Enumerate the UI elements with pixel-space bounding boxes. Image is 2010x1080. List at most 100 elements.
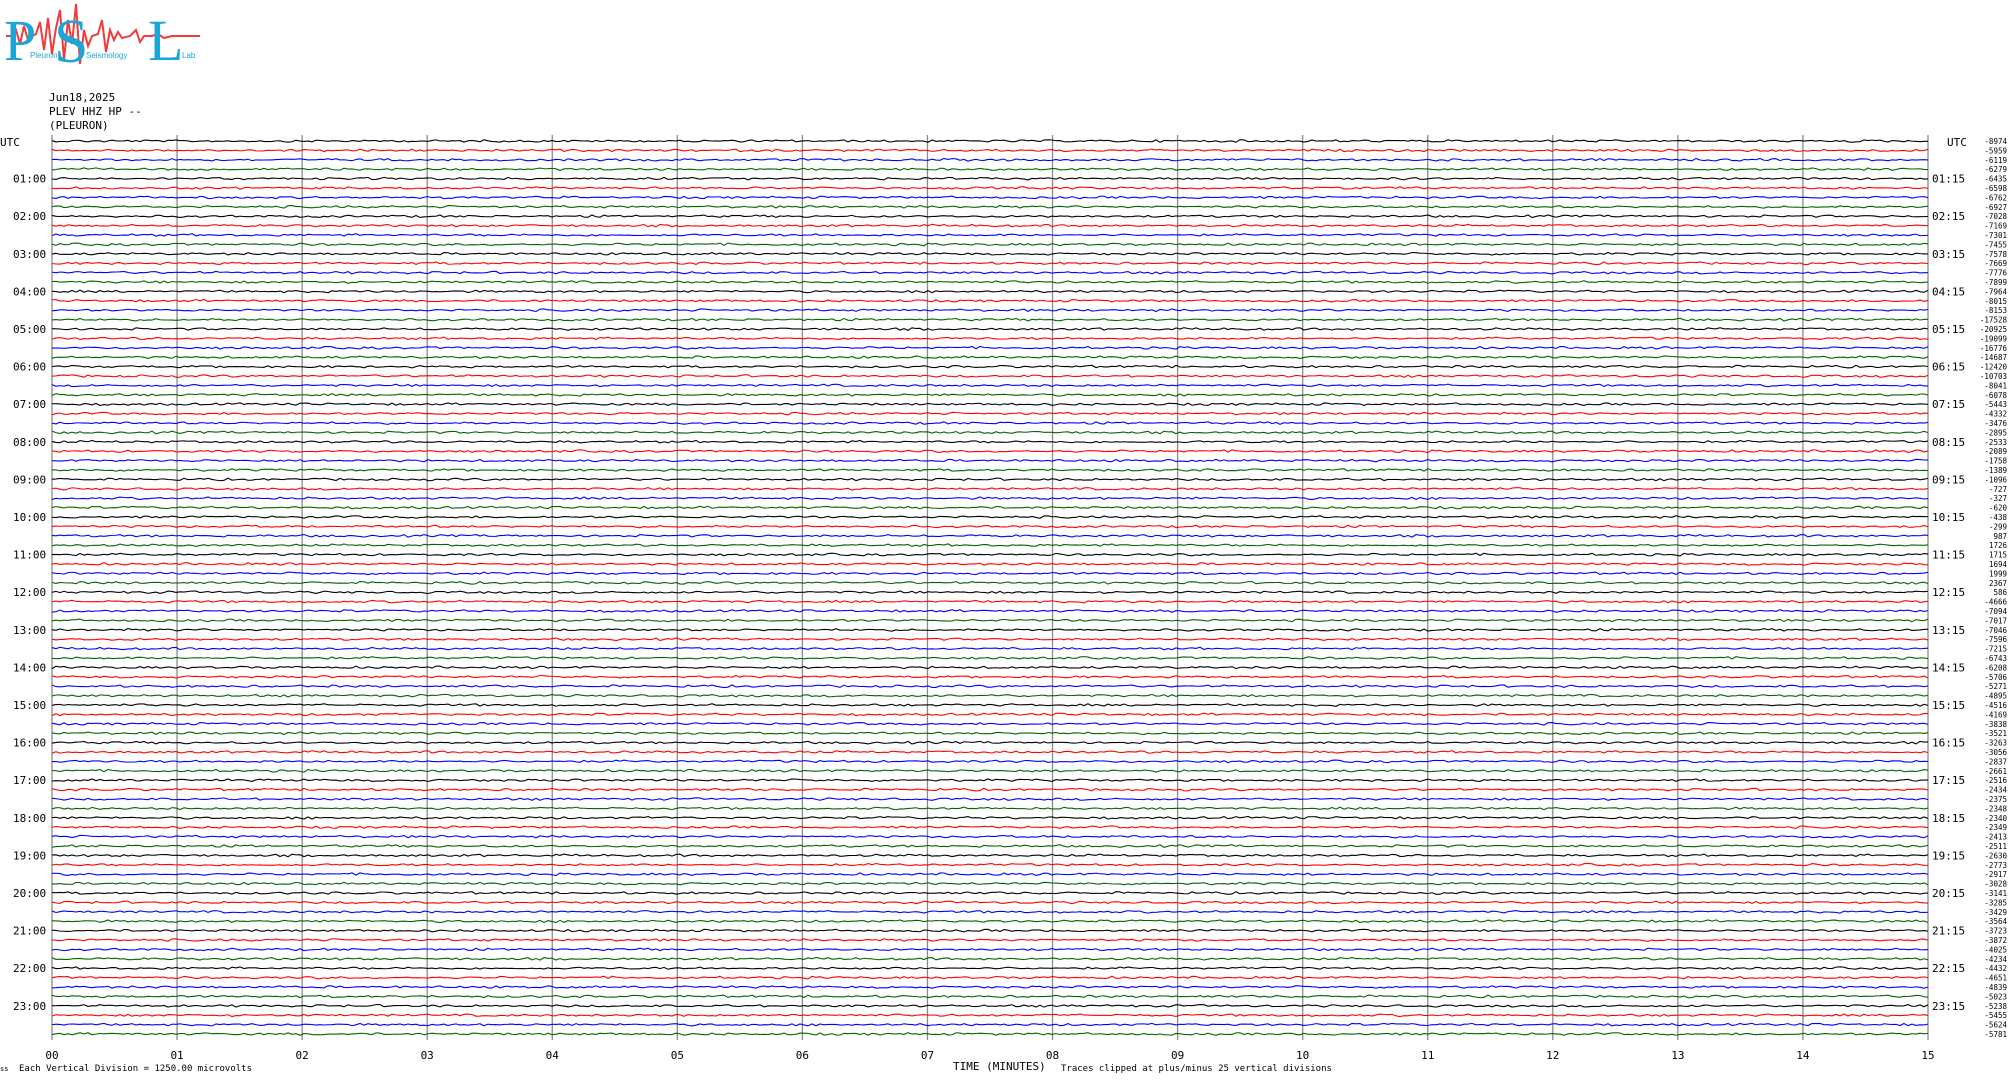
- trace-offset-label: -6598: [1984, 184, 2007, 193]
- scale-note: Each Vertical Division = 1250.00 microvo…: [19, 1064, 252, 1074]
- trace-8: [51, 214, 1929, 219]
- trace-4: [51, 176, 1929, 181]
- trace-offset-label: -5706: [1984, 673, 2007, 682]
- trace-offset-label: 1726: [1989, 541, 2008, 550]
- right-hour-label: 10:15: [1932, 511, 1965, 524]
- trace-offset-label: -6927: [1984, 203, 2007, 212]
- trace-35: [51, 468, 1929, 472]
- trace-95: [51, 1032, 1929, 1036]
- trace-offset-label: -7578: [1984, 250, 2007, 259]
- trace-offset-label: 1715: [1989, 551, 2007, 560]
- trace-15: [51, 280, 1929, 284]
- x-tick-label: 13: [1671, 1049, 1684, 1062]
- trace-offset-label: -7094: [1984, 607, 2007, 616]
- right-hour-label: 15:15: [1932, 699, 1965, 712]
- trace-offset-label: -7964: [1984, 287, 2007, 296]
- x-tick-label: 14: [1796, 1049, 1810, 1062]
- right-hour-label: 20:15: [1932, 887, 1965, 900]
- x-tick-label: 07: [921, 1049, 934, 1062]
- trace-offset-label: -4332: [1984, 410, 2007, 419]
- trace-33: [51, 449, 1929, 454]
- trace-offset-label: -3838: [1984, 720, 2007, 729]
- trace-19: [51, 317, 1929, 322]
- left-hour-label: 13:00: [13, 624, 46, 637]
- trace-14: [51, 270, 1928, 275]
- trace-offset-label: -5443: [1984, 400, 2007, 409]
- trace-21: [51, 336, 1929, 341]
- trace-49: [51, 599, 1929, 604]
- trace-37: [51, 486, 1929, 491]
- trace-offset-label: -3263: [1984, 739, 2007, 748]
- x-tick-label: 00: [45, 1049, 58, 1062]
- trace-offset-label: -6208: [1984, 663, 2007, 672]
- trace-92: [51, 1003, 1929, 1008]
- trace-56: [51, 665, 1929, 670]
- trace-43: [51, 543, 1929, 547]
- x-tick-label: 05: [671, 1049, 684, 1062]
- trace-offset-label: -3285: [1984, 898, 2007, 907]
- trace-9: [51, 223, 1929, 228]
- trace-offset-label: -2630: [1984, 851, 2007, 860]
- right-hour-label: 13:15: [1932, 624, 1965, 637]
- trace-offset-label: -2917: [1984, 870, 2007, 879]
- minute-grid: [51, 135, 1929, 1040]
- trace-60: [51, 703, 1929, 707]
- trace-63: [51, 731, 1929, 736]
- trace-34: [51, 458, 1929, 463]
- trace-6: [51, 195, 1929, 200]
- left-hour-label: 15:00: [13, 699, 46, 712]
- left-hour-label: 05:00: [13, 323, 46, 336]
- trace-offset-label: -3429: [1984, 908, 2007, 917]
- left-hour-label: 01:00: [13, 173, 46, 186]
- trace-offset-label: -2511: [1984, 842, 2007, 851]
- trace-65: [51, 750, 1929, 754]
- trace-offset-label: 1999: [1989, 569, 2007, 578]
- trace-51: [51, 618, 1929, 623]
- trace-offset-label: -6762: [1984, 193, 2007, 202]
- trace-offset-label: -2340: [1984, 814, 2007, 823]
- trace-13: [51, 261, 1929, 266]
- trace-offset-label: -7596: [1984, 635, 2007, 644]
- trace-48: [51, 590, 1929, 595]
- trace-offset-label: 586: [1993, 588, 2007, 597]
- trace-offset-label: -14687: [1980, 353, 2007, 362]
- trace-22: [51, 345, 1929, 350]
- trace-offset-label: -4234: [1984, 955, 2007, 964]
- trace-12: [51, 251, 1929, 256]
- x-tick-label: 01: [170, 1049, 183, 1062]
- right-hour-label: 08:15: [1932, 436, 1965, 449]
- trace-24: [51, 364, 1929, 369]
- trace-30: [51, 421, 1929, 425]
- trace-offset-label: -1096: [1984, 475, 2007, 484]
- trace-offset-label: -10703: [1980, 372, 2007, 381]
- left-hour-label: 23:00: [13, 1000, 46, 1013]
- trace-offset-label: -6743: [1984, 654, 2007, 663]
- trace-offset-label: -2349: [1984, 823, 2007, 832]
- trace-88: [51, 966, 1929, 970]
- trace-offset-label: -6119: [1984, 156, 2007, 165]
- trace-78: [51, 872, 1929, 877]
- trace-27: [51, 392, 1929, 397]
- trace-offset-label: -4839: [1984, 983, 2007, 992]
- right-hour-label: 22:15: [1932, 962, 1965, 975]
- trace-offset-label: -299: [1989, 522, 2007, 531]
- trace-offset-label: -5455: [1984, 1011, 2007, 1020]
- trace-40: [51, 515, 1929, 519]
- trace-offset-label: -7028: [1984, 212, 2007, 221]
- trace-offset-label: -438: [1989, 513, 2008, 522]
- trace-offset-label: -4025: [1984, 945, 2007, 954]
- trace-72: [51, 815, 1929, 820]
- right-hour-label: 18:15: [1932, 812, 1965, 825]
- trace-57: [51, 674, 1929, 679]
- trace-87: [51, 956, 1929, 961]
- trace-62: [51, 721, 1929, 726]
- left-hour-label: 10:00: [13, 511, 46, 524]
- trace-47: [51, 580, 1929, 585]
- trace-offset-label: 2367: [1989, 579, 2007, 588]
- trace-offset-label: -6078: [1984, 391, 2007, 400]
- trace-16: [51, 289, 1929, 294]
- trace-offset-label: -7776: [1984, 269, 2007, 278]
- right-hour-label: 04:15: [1932, 285, 1965, 298]
- trace-81: [51, 900, 1929, 905]
- trace-offset-label: -4666: [1984, 598, 2007, 607]
